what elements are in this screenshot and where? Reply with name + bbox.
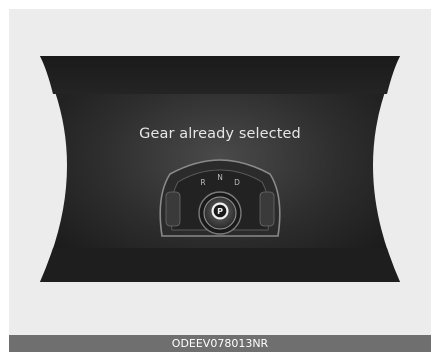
status-message: Gear already selected <box>139 126 301 142</box>
shifter-icon <box>159 159 281 237</box>
park-label: P <box>217 207 223 216</box>
gear-d-label: D <box>234 178 240 187</box>
image-code-caption: ODEEV078013NR <box>9 335 431 352</box>
display-top-band <box>40 56 400 94</box>
gear-n-label: N <box>217 173 223 182</box>
gear-r-label: R <box>200 178 205 187</box>
cluster-display: R N D P <box>40 56 400 282</box>
display-bottom-band <box>40 248 400 282</box>
